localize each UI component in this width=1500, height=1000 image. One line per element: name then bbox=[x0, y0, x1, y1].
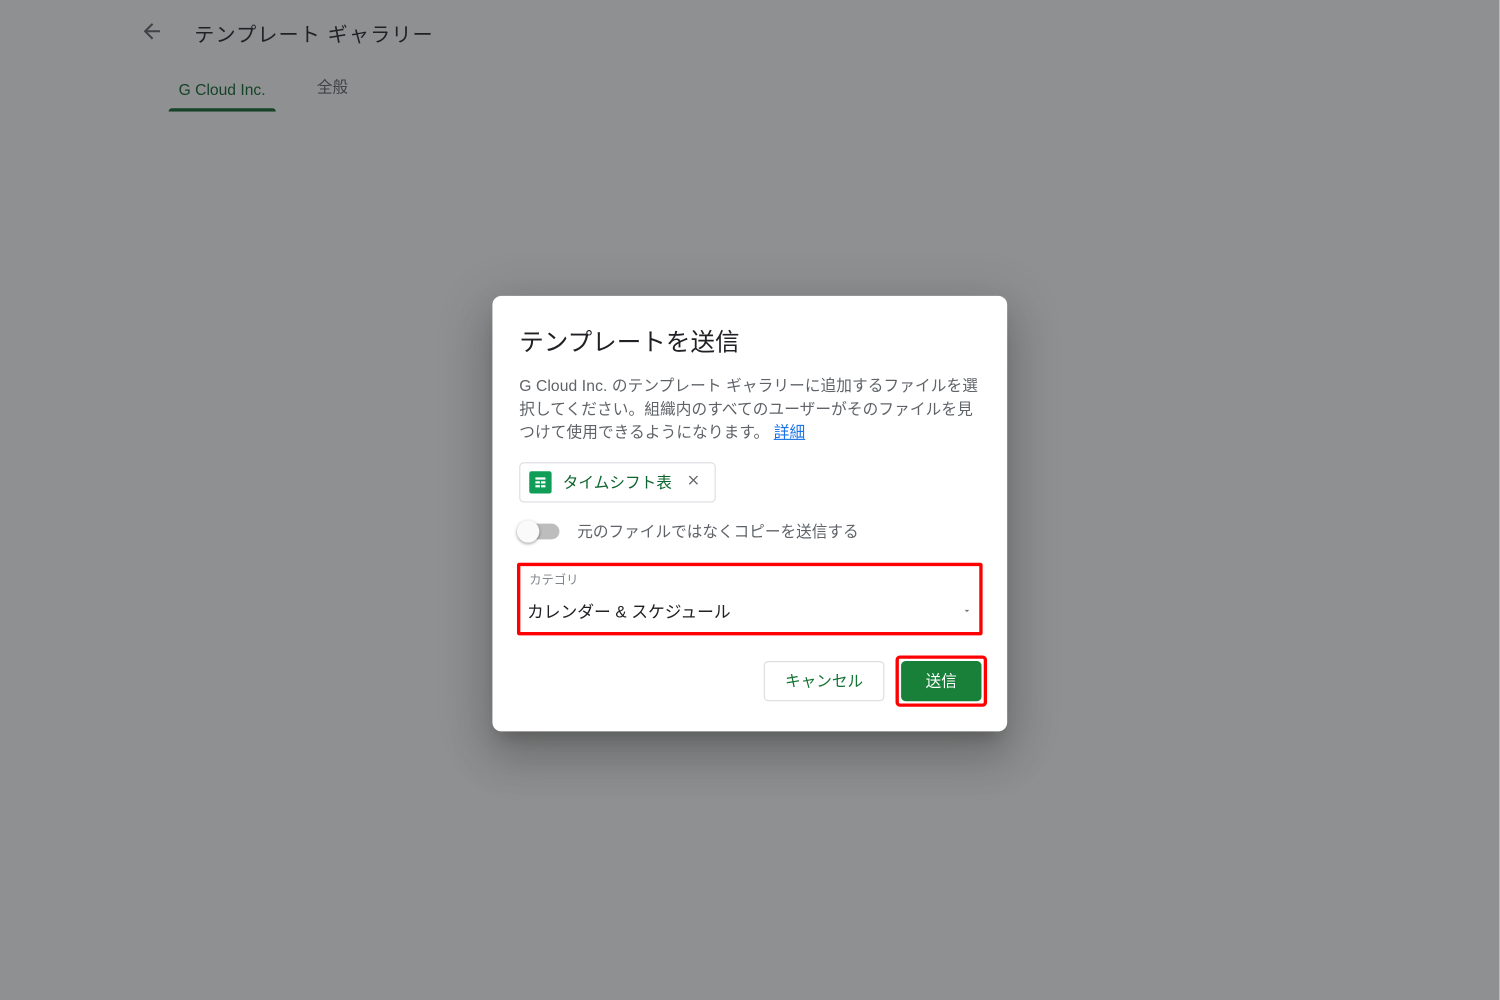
dialog-description-text: G Cloud Inc. のテンプレート ギャラリーに追加するファイルを選択して… bbox=[519, 376, 978, 441]
cancel-button[interactable]: キャンセル bbox=[764, 661, 885, 701]
submit-button-highlight: 送信 bbox=[896, 655, 988, 706]
copy-toggle-label: 元のファイルではなくコピーを送信する bbox=[577, 520, 858, 542]
dropdown-arrow-icon bbox=[961, 601, 972, 621]
close-icon bbox=[685, 472, 701, 493]
remove-file-button[interactable] bbox=[683, 472, 703, 492]
category-legend: カテゴリ bbox=[527, 571, 973, 589]
detail-link[interactable]: 詳細 bbox=[774, 423, 805, 441]
dialog-actions: キャンセル 送信 bbox=[492, 655, 1007, 720]
dialog-title: テンプレートを送信 bbox=[492, 296, 1007, 374]
dialog-description: G Cloud Inc. のテンプレート ギャラリーに追加するファイルを選択して… bbox=[492, 374, 1007, 462]
selected-file-chip[interactable]: タイムシフト表 bbox=[519, 462, 715, 502]
category-value: カレンダー & スケジュール bbox=[527, 600, 731, 623]
submit-button[interactable]: 送信 bbox=[901, 661, 981, 701]
category-select[interactable]: カテゴリ カレンダー & スケジュール bbox=[517, 563, 983, 636]
sheets-icon bbox=[529, 471, 551, 493]
submit-template-dialog: テンプレートを送信 G Cloud Inc. のテンプレート ギャラリーに追加す… bbox=[492, 296, 1007, 731]
copy-toggle-switch[interactable] bbox=[519, 524, 559, 540]
file-chip-label: タイムシフト表 bbox=[563, 471, 672, 493]
